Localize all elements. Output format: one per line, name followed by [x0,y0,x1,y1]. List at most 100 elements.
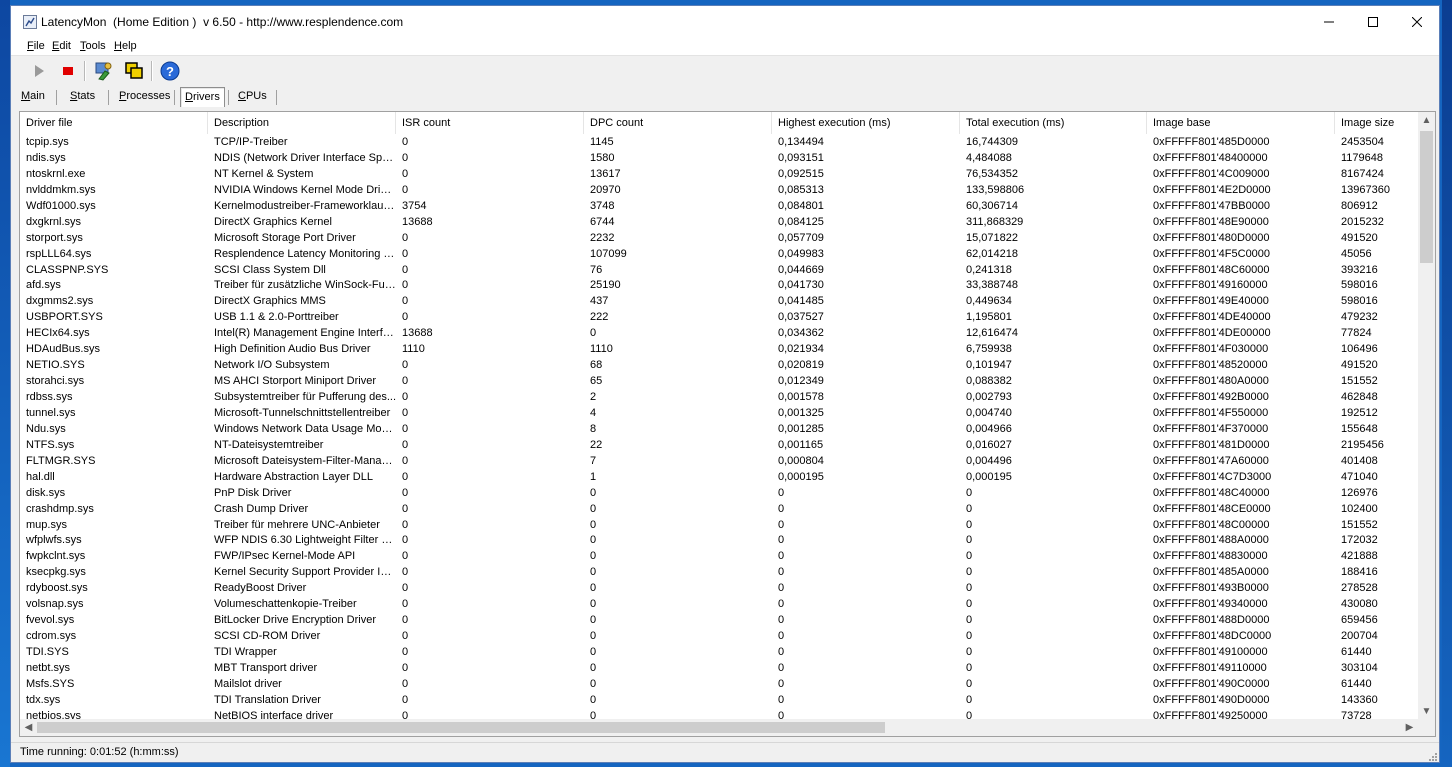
cell-driver-file: cdrom.sys [26,630,77,643]
cell-driver-file: fvevol.sys [26,614,75,627]
table-row[interactable]: nvlddmkm.sys NVIDIA Windows Kernel Mode D… [20,182,1418,198]
table-row[interactable]: storport.sys Microsoft Storage Port Drive… [20,230,1418,246]
table-row[interactable]: mup.sys Treiber für mehrere UNC-Anbieter 0… [20,517,1418,533]
tab-drivers[interactable]: Drivers [180,87,225,107]
horizontal-scrollbar[interactable]: ◀ ▶ [20,719,1418,736]
cell-isr-count: 0 [402,136,409,148]
column-header-image-size[interactable]: Image size [1335,112,1418,134]
menu-help[interactable]: Help [114,40,137,52]
table-row[interactable]: wfplwfs.sys WFP NDIS 6.30 Lightweight Fil… [20,532,1418,548]
table-row[interactable]: tunnel.sys Microsoft-Tunnelschnittstellen… [20,405,1418,421]
cell-image-size: 401408 [1341,454,1378,467]
table-row[interactable]: Msfs.SYS Mailslot driver 0 0 0 0 0xFFFFF801'49… [20,676,1418,692]
table-row[interactable]: TDI.SYS TDI Wrapper 0 0 0 0 0xFFFFF801'4910000… [20,644,1418,660]
scroll-down-icon[interactable]: ▼ [1418,703,1435,720]
table-row[interactable]: tcpip.sys TCP/IP-Treiber 0 1145 0,134494 16,7… [20,134,1418,150]
table-row[interactable]: NTFS.sys NT-Dateisystemtreiber 0 22 0,001165… [20,437,1418,453]
cell-isr-count: 0 [402,422,409,435]
column-header-isr-count[interactable]: ISR count [396,112,584,134]
cell-description: Treiber für mehrere UNC-Anbieter [214,518,380,531]
table-row[interactable]: HECIx64.sys Intel(R) Management Engine In… [20,325,1418,341]
cell-total-execution: 0 [966,661,973,674]
cell-description: Crash Dump Driver [214,502,309,515]
column-header-total-execution[interactable]: Total execution (ms) [960,112,1147,134]
table-row[interactable]: CLASSPNP.SYS SCSI Class System Dll 0 76 0,04… [20,262,1418,278]
cell-total-execution: 62,014218 [966,247,1018,260]
table-row[interactable]: netbt.sys MBT Transport driver 0 0 0 0 0xFFFFF… [20,660,1418,676]
cell-isr-count: 0 [402,311,409,324]
table-row[interactable]: ntoskrnl.exe NT Kernel & System 0 13617 0,09… [20,166,1418,182]
cell-image-base: 0xFFFFF801'480D0000 [1153,231,1270,244]
table-row[interactable]: volsnap.sys Volumeschattenkopie-Treiber 0 0… [20,596,1418,612]
vertical-scroll-thumb[interactable] [1420,131,1433,263]
tab-stats[interactable]: Stats [66,87,99,106]
cell-highest-execution: 0,057709 [778,231,824,244]
table-row[interactable]: HDAudBus.sys High Definition Audio Bus Dr… [20,341,1418,357]
table-row[interactable]: afd.sys Treiber für zusätzliche WinSock-F… [20,277,1418,293]
resize-grip-icon[interactable] [1427,751,1437,761]
cell-isr-count: 0 [402,582,409,595]
scroll-right-icon[interactable]: ▶ [1401,719,1418,736]
cell-dpc-count: 2 [590,391,597,403]
table-row[interactable]: ksecpkg.sys Kernel Security Support Provi… [20,564,1418,580]
cell-image-base: 0xFFFFF801'485D0000 [1153,136,1270,148]
cell-highest-execution: 0 [778,630,785,643]
table-row[interactable]: hal.dll Hardware Abstraction Layer DLL 0 1 0… [20,469,1418,485]
table-row[interactable]: rdbss.sys Subsystemtreiber für Pufferung … [20,389,1418,405]
column-header-driver-file[interactable]: Driver file [20,112,208,134]
tab-processes[interactable]: Processes [115,87,174,106]
table-row[interactable]: dxgkrnl.sys DirectX Graphics Kernel 13688 6… [20,214,1418,230]
vertical-scrollbar[interactable]: ▲ ▼ [1418,112,1435,720]
start-button[interactable] [28,60,50,82]
table-row[interactable]: fwpkclnt.sys FWP/IPsec Kernel-Mode API 0 0 0… [20,548,1418,564]
table-row[interactable]: disk.sys PnP Disk Driver 0 0 0 0 0xFFFFF801'48… [20,485,1418,501]
cell-highest-execution: 0,001325 [778,406,824,419]
column-header-description[interactable]: Description [208,112,396,134]
maximize-button[interactable] [1351,6,1395,37]
tab-cpus[interactable]: CPUs [234,87,271,106]
help-button[interactable]: ? [159,60,181,82]
table-row[interactable]: Wdf01000.sys Kernelmodustreiber-Framework… [20,198,1418,214]
table-row[interactable]: FLTMGR.SYS Microsoft Dateisystem-Filter-M… [20,453,1418,469]
table-row[interactable]: rspLLL64.sys Resplendence Latency Monitor… [20,246,1418,262]
table-row[interactable]: Ndu.sys Windows Network Data Usage Monit.… [20,421,1418,437]
tab-bar: Main Stats Processes Drivers CPUs [11,86,1439,108]
column-header-image-base[interactable]: Image base [1147,112,1335,134]
cell-isr-count: 0 [402,534,409,547]
close-button[interactable] [1395,6,1439,37]
horizontal-scroll-thumb[interactable] [37,722,885,733]
menu-tools[interactable]: Tools [80,40,106,52]
tools-button[interactable] [92,60,114,82]
minimize-button[interactable] [1307,6,1351,37]
table-row[interactable]: dxgmms2.sys DirectX Graphics MMS 0 437 0,041… [20,293,1418,309]
table-row[interactable]: crashdmp.sys Crash Dump Driver 0 0 0 0 0xFFFFF… [20,501,1418,517]
drivers-table[interactable]: Driver file Description ISR count DPC co… [19,111,1436,737]
cell-image-size: 8167424 [1341,167,1384,180]
scroll-up-icon[interactable]: ▲ [1418,112,1435,129]
table-row[interactable]: storahci.sys MS AHCI Storport Miniport Dr… [20,373,1418,389]
table-row[interactable]: fvevol.sys BitLocker Drive Encryption Dri… [20,612,1418,628]
stop-button[interactable] [57,60,79,82]
column-header-dpc-count[interactable]: DPC count [584,112,772,134]
cell-image-base: 0xFFFFF801'493B0000 [1153,582,1269,595]
title-bar[interactable]: LatencyMon (Home Edition ) v 6.50 - http… [11,6,1439,37]
cell-description: High Definition Audio Bus Driver [214,343,371,356]
cell-driver-file: NTFS.sys [26,438,75,451]
menu-file[interactable]: File [27,40,45,52]
cell-isr-count: 3754 [402,199,427,212]
table-row[interactable]: ndis.sys NDIS (Network Driver Interface S… [20,150,1418,166]
cell-description: Resplendence Latency Monitoring a... [214,247,396,260]
menu-edit[interactable]: Edit [52,40,71,52]
tab-main[interactable]: Main [17,87,49,106]
table-row[interactable]: tdx.sys TDI Translation Driver 0 0 0 0 0xFFFFF… [20,692,1418,708]
cell-dpc-count: 0 [590,677,597,690]
windows-button[interactable] [123,60,145,82]
table-row[interactable]: cdrom.sys SCSI CD-ROM Driver 0 0 0 0 0xFFFFF80… [20,628,1418,644]
scroll-left-icon[interactable]: ◀ [20,719,37,736]
cell-dpc-count: 3748 [590,199,615,212]
cell-image-base: 0xFFFFF801'48C60000 [1153,263,1270,276]
column-header-highest-execution[interactable]: Highest execution (ms) [772,112,960,134]
table-row[interactable]: NETIO.SYS Network I/O Subsystem 0 68 0,02081… [20,357,1418,373]
table-row[interactable]: rdyboost.sys ReadyBoost Driver 0 0 0 0 0xFFFFF… [20,580,1418,596]
table-row[interactable]: USBPORT.SYS USB 1.1 & 2.0-Porttreiber 0 222… [20,309,1418,325]
